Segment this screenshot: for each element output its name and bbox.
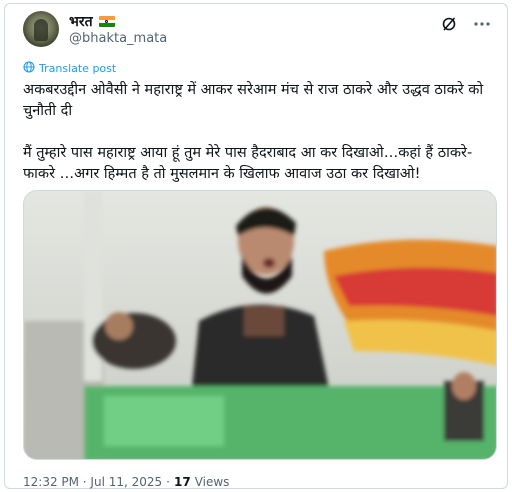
india-flag-icon [98, 16, 115, 27]
grok-icon[interactable] [441, 16, 457, 32]
translate-post-link[interactable]: Translate post [23, 61, 116, 76]
meta-separator: · [166, 475, 170, 489]
avatar[interactable] [23, 11, 59, 47]
views-count: 17 [174, 475, 191, 489]
translate-label: Translate post [39, 62, 117, 75]
tweet-meta: 12:32 PM · Jul 11, 2025 · 17 Views [23, 475, 229, 489]
tweet-actions-top [441, 16, 491, 32]
globe-icon [23, 61, 35, 76]
tweet-text: अकबरउद्दीन ओवैसी ने महाराष्ट्र में आकर स… [23, 82, 484, 182]
more-icon[interactable] [473, 16, 491, 32]
author-handle[interactable]: @bhakta_mata [69, 31, 167, 46]
author-name[interactable]: भरत [69, 12, 93, 31]
video-thumbnail[interactable] [23, 190, 497, 460]
tweet-card: भरत @bhakta_mata अकबरउद्दीन ओवैसी ने महा… [4, 3, 508, 489]
views-label: Views [194, 475, 230, 489]
author-row: भरत [69, 12, 115, 31]
timestamp[interactable]: 12:32 PM · Jul 11, 2025 [23, 475, 162, 489]
